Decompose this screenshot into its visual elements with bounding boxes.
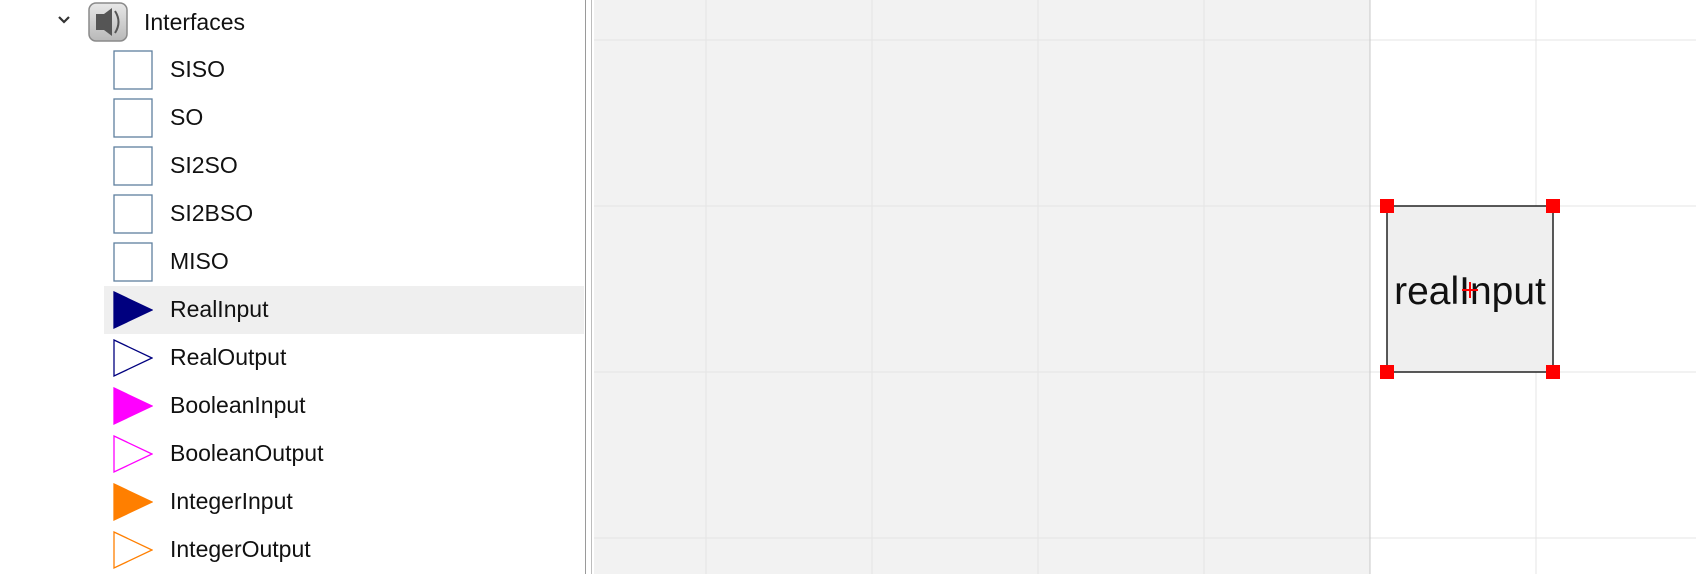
package-icon bbox=[88, 2, 128, 42]
tree-item-si2so[interactable]: SI2SO bbox=[104, 142, 584, 190]
tree-item-label: BooleanInput bbox=[170, 392, 306, 418]
library-tree: Interfaces SISO SO SI2SO SI2BSO MISO RealInpu… bbox=[0, 0, 584, 574]
tree-item-booleanoutput[interactable]: BooleanOutput bbox=[104, 430, 584, 478]
miso-block-icon bbox=[113, 242, 153, 282]
canvas-shaded-region bbox=[594, 0, 1370, 574]
real-input-icon bbox=[113, 290, 153, 330]
boolean-input-icon bbox=[113, 386, 153, 426]
tree-package-interfaces[interactable]: Interfaces bbox=[0, 0, 584, 44]
si2bso-block-icon bbox=[113, 194, 153, 234]
tree-item-booleaninput[interactable]: BooleanInput bbox=[104, 382, 584, 430]
integer-input-icon bbox=[113, 482, 153, 522]
tree-item-label: SISO bbox=[170, 56, 225, 82]
tree-item-label: SO bbox=[170, 104, 204, 130]
resize-handle-bottom-right[interactable] bbox=[1546, 365, 1560, 379]
pane-splitter[interactable] bbox=[584, 0, 594, 574]
resize-handle-top-left[interactable] bbox=[1380, 199, 1394, 213]
tree-item-integerinput[interactable]: IntegerInput bbox=[104, 478, 584, 526]
siso-block-icon bbox=[113, 50, 153, 90]
real-output-icon bbox=[113, 338, 153, 378]
tree-item-label: RealOutput bbox=[170, 344, 287, 370]
tree-item-integeroutput[interactable]: IntegerOutput bbox=[104, 526, 584, 574]
tree-item-label: SI2BSO bbox=[170, 200, 254, 226]
tree-item-siso[interactable]: SISO bbox=[104, 46, 584, 94]
diagram-canvas[interactable]: realInput bbox=[594, 0, 1696, 574]
tree-item-realinput[interactable]: RealInput bbox=[104, 286, 584, 334]
real-input-component[interactable]: realInput bbox=[1380, 199, 1560, 379]
tree-item-label: MISO bbox=[170, 248, 229, 274]
diagram-svg[interactable]: realInput bbox=[594, 0, 1696, 574]
resize-handle-top-right[interactable] bbox=[1546, 199, 1560, 213]
tree-item-label: RealInput bbox=[170, 296, 269, 322]
boolean-output-icon bbox=[113, 434, 153, 474]
tree-item-label: IntegerInput bbox=[170, 488, 293, 514]
tree-item-miso[interactable]: MISO bbox=[104, 238, 584, 286]
tree-item-si2bso[interactable]: SI2BSO bbox=[104, 190, 584, 238]
chevron-down-icon[interactable] bbox=[54, 10, 74, 30]
tree-item-realoutput[interactable]: RealOutput bbox=[104, 334, 584, 382]
tree-item-label: IntegerOutput bbox=[170, 536, 311, 562]
tree-item-label: BooleanOutput bbox=[170, 440, 324, 466]
tree-item-label: SI2SO bbox=[170, 152, 238, 178]
tree-package-label: Interfaces bbox=[144, 9, 245, 35]
si2so-block-icon bbox=[113, 146, 153, 186]
integer-output-icon bbox=[113, 530, 153, 570]
tree-item-so[interactable]: SO bbox=[104, 94, 584, 142]
resize-handle-bottom-left[interactable] bbox=[1380, 365, 1394, 379]
so-block-icon bbox=[113, 98, 153, 138]
